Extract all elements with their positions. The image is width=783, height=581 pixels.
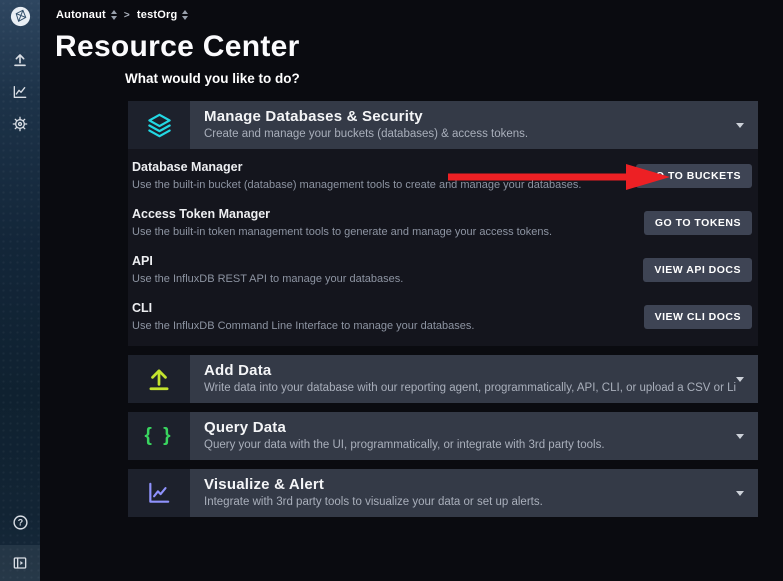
view-api-docs-button[interactable]: VIEW API DOCS	[643, 258, 752, 282]
chevron-down-icon	[736, 412, 758, 460]
accordion-header-add-data[interactable]: Add Data Write data into your database w…	[128, 355, 758, 403]
row-title: Access Token Manager	[132, 207, 644, 221]
chevron-down-icon	[736, 469, 758, 517]
sub-org-dropdown-carets-icon	[182, 10, 188, 20]
accordion-title: Visualize & Alert	[204, 476, 736, 493]
accordion-item-manage-databases: Manage Databases & Security Create and m…	[128, 101, 758, 346]
accordion-description: Write data into your database with our r…	[204, 382, 736, 394]
accordion-item-query-data: { } Query Data Query your data with the …	[128, 412, 758, 460]
settings-gear-icon[interactable]	[0, 112, 40, 136]
accordion-item-visualize-alert: Visualize & Alert Integrate with 3rd par…	[128, 469, 758, 517]
view-cli-docs-button[interactable]: VIEW CLI DOCS	[644, 305, 752, 329]
row-title: Database Manager	[132, 160, 636, 174]
sub-org-name: testOrg	[137, 9, 178, 21]
help-icon[interactable]: ?	[0, 510, 40, 534]
line-chart-icon	[128, 469, 190, 517]
accordion-header-text: Add Data Write data into your database w…	[190, 355, 736, 403]
main-content: Autonaut > testOrg Resource Center What …	[40, 0, 783, 581]
resource-center-screen: { "breadcrumb": { "org": "Autonaut", "se…	[0, 0, 783, 581]
go-to-buckets-button[interactable]: GO TO BUCKETS	[636, 164, 752, 188]
row-description: Use the InfluxDB Command Line Interface …	[132, 320, 644, 332]
accordion-description: Integrate with 3rd party tools to visual…	[204, 496, 736, 508]
braces-icon: { }	[128, 412, 190, 460]
row-description: Use the InfluxDB REST API to manage your…	[132, 273, 643, 285]
accordion-item-add-data: Add Data Write data into your database w…	[128, 355, 758, 403]
org-switcher[interactable]: Autonaut	[56, 9, 117, 21]
accordion-body: Database Manager Use the built-in bucket…	[128, 149, 758, 346]
row-access-token-manager: Access Token Manager Use the built-in to…	[132, 199, 752, 246]
svg-text:?: ?	[17, 517, 22, 527]
row-title: API	[132, 254, 643, 268]
row-text: Access Token Manager Use the built-in to…	[132, 207, 644, 238]
breadcrumb-separator-icon: >	[124, 10, 130, 21]
accordion-header-text: Visualize & Alert Integrate with 3rd par…	[190, 469, 736, 517]
chevron-down-icon	[736, 355, 758, 403]
row-api: API Use the InfluxDB REST API to manage …	[132, 246, 752, 293]
expand-sidebar-icon[interactable]	[0, 545, 40, 581]
sub-org-switcher[interactable]: testOrg	[137, 9, 189, 21]
page-question: What would you like to do?	[125, 71, 783, 87]
accordion-title: Manage Databases & Security	[204, 108, 736, 125]
row-text: API Use the InfluxDB REST API to manage …	[132, 254, 643, 285]
left-nav-sidebar: ?	[0, 0, 40, 581]
row-text: CLI Use the InfluxDB Command Line Interf…	[132, 301, 644, 332]
graphs-nav-icon[interactable]	[0, 80, 40, 104]
row-text: Database Manager Use the built-in bucket…	[132, 160, 636, 191]
org-dropdown-carets-icon	[111, 10, 117, 20]
page-title: Resource Center	[55, 29, 783, 64]
row-title: CLI	[132, 301, 644, 315]
layers-icon	[128, 101, 190, 149]
accordion-header-text: Manage Databases & Security Create and m…	[190, 101, 736, 149]
accordion-header-text: Query Data Query your data with the UI, …	[190, 412, 736, 460]
go-to-tokens-button[interactable]: GO TO TOKENS	[644, 211, 752, 235]
chevron-down-icon	[736, 101, 758, 149]
accordion-description: Create and manage your buckets (database…	[204, 128, 736, 140]
accordion-header-manage-databases[interactable]: Manage Databases & Security Create and m…	[128, 101, 758, 149]
accordion-header-visualize-alert[interactable]: Visualize & Alert Integrate with 3rd par…	[128, 469, 758, 517]
breadcrumb: Autonaut > testOrg	[40, 0, 783, 21]
influxdb-logo-icon[interactable]	[0, 4, 40, 28]
row-description: Use the built-in bucket (database) manag…	[132, 179, 636, 191]
resource-accordion: Manage Databases & Security Create and m…	[128, 101, 758, 517]
row-database-manager: Database Manager Use the built-in bucket…	[132, 152, 752, 199]
accordion-title: Query Data	[204, 419, 736, 436]
org-name: Autonaut	[56, 9, 106, 21]
accordion-header-query-data[interactable]: { } Query Data Query your data with the …	[128, 412, 758, 460]
accordion-description: Query your data with the UI, programmati…	[204, 439, 736, 451]
row-description: Use the built-in token management tools …	[132, 226, 644, 238]
upload-nav-icon[interactable]	[0, 48, 40, 72]
row-cli: CLI Use the InfluxDB Command Line Interf…	[132, 293, 752, 340]
accordion-title: Add Data	[204, 362, 736, 379]
upload-icon	[128, 355, 190, 403]
